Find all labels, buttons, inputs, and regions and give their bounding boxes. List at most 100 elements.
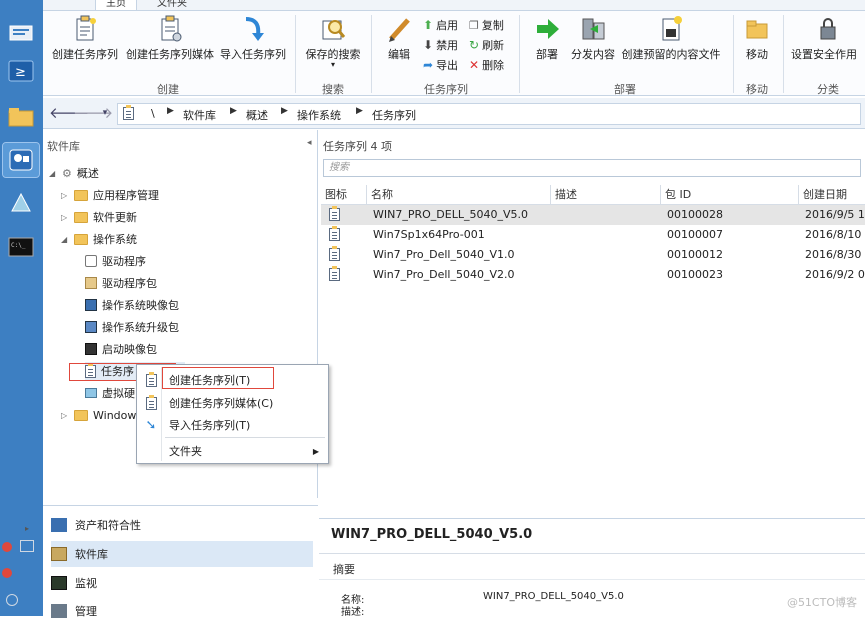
tree-item-software-updates[interactable]: ▷ 软件更新 (61, 208, 137, 226)
search-input[interactable]: 搜索 (323, 159, 861, 177)
copy-button[interactable]: ❐ 复制 (469, 17, 504, 33)
folder-icon (74, 409, 88, 421)
set-security-scope-button[interactable]: 设置安全作用 (791, 15, 865, 62)
tree-item-windows[interactable]: ▷ Windows (61, 406, 142, 424)
copy-icon: ❐ (469, 18, 479, 32)
command-prompt-icon[interactable]: C:\_ (3, 230, 39, 264)
move-folder-icon (743, 15, 771, 43)
explorer-icon[interactable] (3, 100, 39, 134)
import-task-sequence-button[interactable]: 导入任务序列 (217, 15, 289, 62)
tree-item-boot-images[interactable]: 启动映像包 (85, 340, 157, 358)
column-header-icon[interactable]: 图标 (321, 185, 367, 204)
row-package-id: 00100012 (667, 248, 723, 261)
prestaged-file-icon (657, 15, 685, 43)
breadcrumb[interactable] (117, 103, 861, 125)
task-sequence-media-icon (141, 394, 161, 410)
workspace-nav: ▸ 资产和符合性 软件库 监视 管理 (25, 505, 318, 618)
table-row[interactable]: Win7Sp1x64Pro-001 00100007 2016/8/10 (321, 225, 865, 245)
deploy-button[interactable]: 部署 (527, 15, 567, 62)
tree-item-overview[interactable]: ◢ ⚙ 概述 (49, 164, 99, 182)
refresh-button[interactable]: ↻ 刷新 (469, 37, 504, 53)
menu-item-folder[interactable]: 文件夹 ▶ (141, 441, 325, 461)
refresh-icon: ↻ (469, 38, 480, 52)
column-header-name[interactable]: 名称 (367, 185, 551, 204)
row-package-id: 00100007 (667, 228, 723, 241)
edit-label: 编辑 (388, 48, 410, 61)
table-row[interactable]: WIN7_PRO_DELL_5040_V5.0 00100028 2016/9/… (321, 205, 865, 225)
create-ts-media-button[interactable]: 创建任务序列媒体 (123, 15, 217, 62)
server-manager-icon[interactable] (3, 16, 39, 50)
enable-button[interactable]: ⬆ 启用 (423, 17, 458, 33)
tree-item-label: 驱动程序 (102, 255, 146, 268)
create-task-sequence-button[interactable]: 创建任务序列 (47, 15, 123, 62)
column-header-description[interactable]: 描述 (551, 185, 661, 204)
tray-icon-2 (6, 594, 18, 606)
os-image-icon (85, 299, 97, 311)
saved-searches-button[interactable]: 保存的搜索 ▾ (301, 15, 365, 69)
details-divider (319, 553, 865, 554)
nav-administration[interactable]: 管理 (51, 598, 313, 624)
menu-item-import-task-sequence[interactable]: ➘ 导入任务序列(T) (141, 415, 325, 435)
forward-arrow-icon[interactable]: 🡒 (73, 105, 113, 123)
menu-item-label: 文件夹 (169, 445, 202, 458)
move-button[interactable]: 移动 (739, 15, 775, 62)
group-search-label: 搜索 (322, 83, 344, 96)
tree-item-virtual-hard-disks[interactable]: 虚拟硬 (85, 384, 135, 402)
column-header-date-created[interactable]: 创建日期 (799, 185, 865, 204)
group-deployment-label: 部署 (614, 83, 636, 96)
row-name: Win7_Pro_Dell_5040_V2.0 (373, 268, 515, 281)
back-arrow-icon[interactable]: 🡐 (49, 105, 89, 123)
menu-item-label: 导入任务序列(T) (169, 419, 251, 432)
distribute-content-button[interactable]: 分发内容 (569, 15, 617, 62)
tree-item-driver-packages[interactable]: 驱动程序包 (85, 274, 157, 292)
row-package-id: 00100028 (667, 208, 723, 221)
configmgr-console-icon[interactable] (2, 142, 40, 178)
task-sequence-location-icon (123, 105, 134, 120)
menu-separator (165, 437, 325, 438)
breadcrumb-sep-icon: ▶ (281, 106, 288, 116)
os-upgrade-icon (85, 321, 97, 333)
edit-button[interactable]: 编辑 (379, 15, 419, 62)
breadcrumb-software-library[interactable]: 软件库 (183, 107, 216, 123)
tree-item-operating-systems[interactable]: ◢ 操作系统 (61, 230, 137, 248)
history-dropdown-icon[interactable]: ▾ (95, 105, 115, 123)
create-prestaged-button[interactable]: 创建预留的内容文件 (619, 15, 723, 62)
collapse-pane-icon[interactable]: ◂ (307, 138, 312, 148)
tree-item-drivers[interactable]: 驱动程序 (85, 252, 146, 270)
tree-item-label: 启动映像包 (102, 343, 157, 356)
table-row[interactable]: Win7_Pro_Dell_5040_V2.0 00100023 2016/9/… (321, 265, 865, 285)
details-pane: WIN7_PRO_DELL_5040_V5.0 摘要 名称: WIN7_PRO_… (319, 518, 865, 618)
app-icon[interactable] (3, 186, 39, 220)
address-bar: 🡐 🡒 ▾ \ ▶ 软件库 ▶ 概述 ▶ 操作系统 ▶ 任务序列 (43, 98, 865, 129)
breadcrumb-overview[interactable]: 概述 (246, 107, 268, 123)
collapsed-icon: ▷ (61, 212, 68, 222)
nav-assets-compliance[interactable]: 资产和符合性 (51, 512, 313, 538)
tree-item-label: Windows (93, 408, 143, 422)
breadcrumb-os[interactable]: 操作系统 (297, 107, 341, 123)
nav-monitoring[interactable]: 监视 (51, 570, 313, 596)
tree-item-os-images[interactable]: 操作系统映像包 (85, 296, 179, 314)
column-header-package-id[interactable]: 包 ID (661, 185, 799, 204)
table-row[interactable]: Win7_Pro_Dell_5040_V1.0 00100012 2016/8/… (321, 245, 865, 265)
disable-button[interactable]: ⬇ 禁用 (423, 37, 458, 53)
menu-item-create-ts-media[interactable]: 创建任务序列媒体(C) (141, 393, 325, 413)
breadcrumb-sep-icon: ▶ (167, 106, 174, 116)
delete-button[interactable]: ✕ 删除 (469, 57, 504, 73)
nav-software-library[interactable]: 软件库 (51, 541, 313, 567)
tree-item-app-management[interactable]: ▷ 应用程序管理 (61, 186, 159, 204)
breadcrumb-task-sequences[interactable]: 任务序列 (372, 107, 416, 123)
import-arrow-icon (239, 15, 267, 43)
export-button[interactable]: ➦ 导出 (423, 57, 458, 73)
create-ts-media-label: 创建任务序列媒体 (126, 48, 214, 61)
svg-text:C:\_: C:\_ (11, 242, 26, 249)
tree-item-os-upgrade-packages[interactable]: 操作系统升级包 (85, 318, 179, 336)
expand-nav-icon[interactable]: ▸ (25, 524, 29, 533)
error-icon-2 (2, 568, 12, 578)
saved-search-icon (319, 15, 347, 43)
powershell-icon[interactable]: ≥ (3, 54, 39, 88)
boot-image-icon (85, 343, 97, 355)
arrow-down-icon: ⬇ (423, 38, 434, 52)
breadcrumb-root[interactable]: \ (151, 107, 155, 120)
refresh-label: 刷新 (482, 39, 505, 52)
tree-item-label: 操作系统映像包 (102, 299, 179, 312)
